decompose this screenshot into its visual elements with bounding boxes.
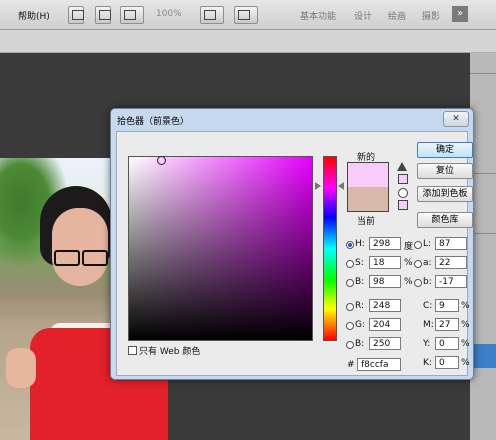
current-color-label: 当前	[357, 217, 376, 227]
color-picker-dialog: 拾色器（前景色） ✕ 新的 当前 确定 复位 添加到色板 颜色库 H: 298 …	[110, 108, 474, 380]
y-label: Y:	[423, 339, 431, 349]
reset-button[interactable]: 复位	[417, 163, 473, 179]
screen-mode-icon	[238, 10, 250, 20]
options-bar	[0, 30, 496, 53]
current-color-swatch[interactable]	[348, 187, 388, 211]
zoom-level[interactable]: 100%	[156, 9, 182, 19]
web-colors-only-label: 只有 Web 颜色	[139, 347, 201, 357]
c-label: C:	[423, 301, 433, 311]
add-to-swatches-button[interactable]: 添加到色板	[417, 186, 473, 202]
m-unit: %	[461, 320, 470, 330]
dialog-body: 新的 当前 确定 复位 添加到色板 颜色库 H: 298 度 S: 18 % B…	[116, 131, 473, 376]
photo-hand	[6, 348, 36, 388]
r-label: R:	[355, 301, 365, 311]
saturation-input[interactable]: 18	[369, 256, 401, 269]
web-safe-swatch[interactable]	[398, 200, 408, 210]
web-colors-only-checkbox[interactable]	[128, 346, 137, 355]
web-safe-warning-icon[interactable]	[398, 188, 408, 198]
lab-l-radio[interactable]	[414, 241, 422, 249]
hex-input[interactable]: f8ccfa	[357, 358, 401, 371]
gamut-correction-swatch[interactable]	[398, 174, 408, 184]
out-of-gamut-warning-icon[interactable]	[397, 162, 407, 171]
m-label: M:	[423, 320, 434, 330]
lab-l-input[interactable]: 87	[435, 237, 467, 250]
color-field[interactable]	[128, 156, 313, 341]
photo-face	[52, 208, 108, 286]
y-unit: %	[461, 339, 470, 349]
g-label: G:	[355, 320, 366, 330]
red-input[interactable]: 248	[369, 299, 401, 312]
h-unit: 度	[404, 242, 414, 252]
workspace-photography[interactable]: 摄影	[422, 9, 440, 22]
lab-a-radio[interactable]	[414, 260, 422, 268]
workspace-essentials[interactable]: 基本功能	[300, 9, 336, 22]
black-input[interactable]: 0	[435, 356, 459, 369]
hue-slider-left-arrow[interactable]	[315, 182, 321, 190]
arrange-documents-icon	[204, 10, 216, 20]
lab-b-label: b:	[423, 277, 432, 287]
blue-radio[interactable]	[346, 341, 354, 349]
color-libraries-button[interactable]: 颜色库	[417, 212, 473, 228]
workspace-painting[interactable]: 绘画	[388, 9, 406, 22]
blue-label: B:	[355, 339, 365, 349]
mini-bridge-button[interactable]	[95, 6, 111, 24]
s-unit: %	[404, 258, 413, 268]
hue-slider[interactable]	[323, 156, 337, 341]
bridge-icon	[72, 10, 84, 20]
ok-button[interactable]: 确定	[417, 142, 473, 158]
b-unit: %	[404, 277, 413, 287]
hue-radio[interactable]	[346, 241, 354, 249]
color-preview-swatch	[347, 162, 389, 212]
s-label: S:	[355, 258, 364, 268]
k-label: K:	[423, 358, 432, 368]
h-label: H:	[355, 239, 365, 249]
l-label: L:	[423, 239, 432, 249]
new-color-swatch	[348, 163, 388, 187]
close-button[interactable]: ✕	[443, 111, 469, 127]
lab-b-radio[interactable]	[414, 279, 422, 287]
view-extras-icon	[124, 10, 136, 20]
b-label: B:	[355, 277, 365, 287]
green-radio[interactable]	[346, 322, 354, 330]
application-menubar: 帮助(H) 100% 基本功能 设计 绘画 摄影 »	[0, 0, 496, 30]
more-workspaces-button[interactable]: »	[452, 6, 468, 22]
green-input[interactable]: 204	[369, 318, 401, 331]
k-unit: %	[461, 358, 470, 368]
a-label: a:	[423, 258, 432, 268]
brightness-radio[interactable]	[346, 279, 354, 287]
photo-glasses	[52, 250, 108, 266]
dialog-title: 拾色器（前景色）	[117, 117, 190, 127]
red-radio[interactable]	[346, 303, 354, 311]
screen-mode-dropdown[interactable]	[234, 6, 258, 24]
workspace-design[interactable]: 设计	[354, 9, 372, 22]
color-field-marker[interactable]	[157, 156, 166, 165]
hue-input[interactable]: 298	[369, 237, 401, 250]
saturation-radio[interactable]	[346, 260, 354, 268]
blue-input[interactable]: 250	[369, 337, 401, 350]
view-extras-dropdown[interactable]	[120, 6, 144, 24]
hue-slider-right-arrow[interactable]	[338, 182, 344, 190]
menu-help[interactable]: 帮助(H)	[18, 9, 50, 22]
mini-bridge-icon	[99, 10, 111, 20]
lab-b-input[interactable]: -17	[435, 275, 467, 288]
c-unit: %	[461, 301, 470, 311]
lab-a-input[interactable]: 22	[435, 256, 467, 269]
arrange-documents-dropdown[interactable]	[200, 6, 224, 24]
magenta-input[interactable]: 27	[435, 318, 459, 331]
cyan-input[interactable]: 9	[435, 299, 459, 312]
yellow-input[interactable]: 0	[435, 337, 459, 350]
hex-label: #	[347, 360, 355, 370]
bridge-button[interactable]	[68, 6, 84, 24]
brightness-input[interactable]: 98	[369, 275, 401, 288]
